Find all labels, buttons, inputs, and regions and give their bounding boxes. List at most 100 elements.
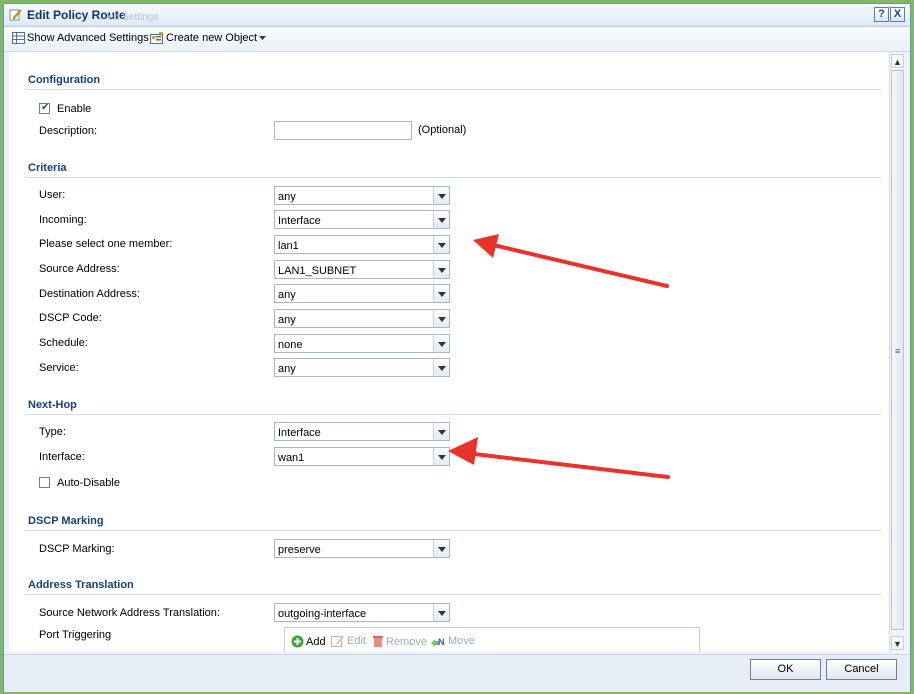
description-label: Description: [39,125,98,137]
section-divider [25,530,881,531]
incoming-label: Incoming: [39,214,87,226]
member-select[interactable]: lan1 [274,235,450,254]
schedule-label: Schedule: [39,337,88,349]
schedule-select[interactable]: none [274,334,450,353]
grip-icon: ≡ [895,346,901,356]
chevron-down-icon[interactable] [433,236,449,253]
auto-disable-checkbox[interactable] [39,477,50,488]
user-label: User: [39,189,66,201]
pt-move-label: Move [448,635,475,647]
create-new-object-menu[interactable]: Create new Object [150,32,268,44]
dialog-footer: OK Cancel [4,654,910,692]
description-input[interactable] [274,121,412,140]
dropdown-arrow-icon [259,35,267,40]
move-icon: N [431,637,445,647]
pt-edit-label: Edit [347,635,366,647]
annotation-arrow-interface [448,437,670,479]
user-value: any [278,191,296,203]
criteria-heading: Criteria [28,162,67,174]
chevron-down-icon[interactable] [433,359,449,376]
dscp-marking-select[interactable]: preserve [274,539,450,558]
show-advanced-settings-label: Show Advanced Settings [27,32,149,44]
chevron-down-icon[interactable] [433,604,449,621]
snat-value: outgoing-interface [278,608,367,620]
dscp-marking-label: DSCP Marking: [39,543,115,555]
scrollbar-thumb[interactable]: ≡ [891,70,904,630]
destination-address-value: any [278,289,296,301]
next-hop-heading: Next-Hop [28,399,77,411]
add-icon [291,635,304,648]
svg-text:N: N [438,637,445,647]
snat-select[interactable]: outgoing-interface [274,603,450,622]
incoming-value: Interface [278,215,321,227]
type-label: Type: [39,426,66,438]
service-select[interactable]: any [274,358,450,377]
enable-checkbox[interactable]: ✔ [39,102,50,114]
interface-value: wan1 [278,452,305,464]
scroll-down-icon[interactable]: ▼ [891,636,904,650]
pt-remove-label: Remove [386,635,427,648]
optional-hint: (Optional) [418,124,467,136]
pt-add-button[interactable]: Add [291,635,326,648]
destination-address-select[interactable]: any [274,284,450,303]
object-icon [150,32,163,44]
form-content: Configuration ✔ Enable Description: (Opt… [9,52,889,652]
chevron-down-icon[interactable] [433,211,449,228]
dscp-marking-value: preserve [278,544,321,556]
trash-icon [373,636,383,647]
pt-move-button[interactable]: N Move [430,635,475,647]
section-divider [25,89,881,90]
create-new-object-label: Create new Object [166,32,258,44]
incoming-select[interactable]: Interface [274,210,450,229]
schedule-value: none [278,339,303,351]
interface-select[interactable]: wan1 [274,447,450,466]
type-select[interactable]: Interface [274,422,450,441]
destination-address-label: Destination Address: [39,288,140,300]
dscp-code-select[interactable]: any [274,309,450,328]
chevron-down-icon[interactable] [433,335,449,352]
source-address-select[interactable]: LAN1_SUBNET [274,260,450,279]
title-bar[interactable]: Edit Policy Route ...ed Settings ? X [4,4,910,27]
chevron-down-icon[interactable] [433,261,449,278]
scroll-up-icon[interactable]: ▲ [891,54,904,68]
type-value: Interface [278,427,321,439]
configuration-heading: Configuration [28,74,101,86]
chevron-down-icon[interactable] [433,540,449,557]
member-label: Please select one member: [39,238,173,250]
snat-label: Source Network Address Translation: [39,607,220,619]
pt-add-label: Add [306,635,326,648]
dscp-code-value: any [278,314,296,326]
edit-policy-route-dialog: Edit Policy Route ...ed Settings ? X Sho… [3,3,911,692]
dscp-code-label: DSCP Code: [39,312,102,324]
help-button[interactable]: ? [874,7,889,22]
pt-edit-button[interactable]: Edit [331,635,366,647]
ok-button[interactable]: OK [750,659,821,680]
chevron-down-icon[interactable] [433,310,449,327]
source-address-value: LAN1_SUBNET [278,265,357,277]
cancel-button[interactable]: Cancel [826,659,897,680]
annotation-arrow-member [473,234,669,288]
dscp-marking-heading: DSCP Marking [28,515,104,527]
close-button[interactable]: X [890,7,905,22]
section-divider [25,414,881,415]
user-select[interactable]: any [274,186,450,205]
source-address-label: Source Address: [39,263,120,275]
ghost-title: ...ed Settings [100,12,159,23]
chevron-down-icon[interactable] [433,285,449,302]
table-icon [12,32,25,44]
address-translation-heading: Address Translation [28,579,134,591]
help-icon: ? [878,8,885,20]
show-advanced-settings-button[interactable]: Show Advanced Settings [12,32,149,44]
port-triggering-label: Port Triggering [39,629,112,641]
check-icon: ✔ [41,102,50,113]
member-value: lan1 [278,240,299,252]
section-divider [25,594,881,595]
section-divider [25,177,881,178]
service-label: Service: [39,362,79,374]
enable-label: Enable [57,103,92,115]
interface-label: Interface: [39,451,85,463]
chevron-down-icon[interactable] [433,187,449,204]
vertical-scrollbar[interactable]: ▲ ≡ ▼ [889,52,905,652]
pt-remove-button[interactable]: Remove [372,635,427,648]
edit-icon [331,636,344,647]
